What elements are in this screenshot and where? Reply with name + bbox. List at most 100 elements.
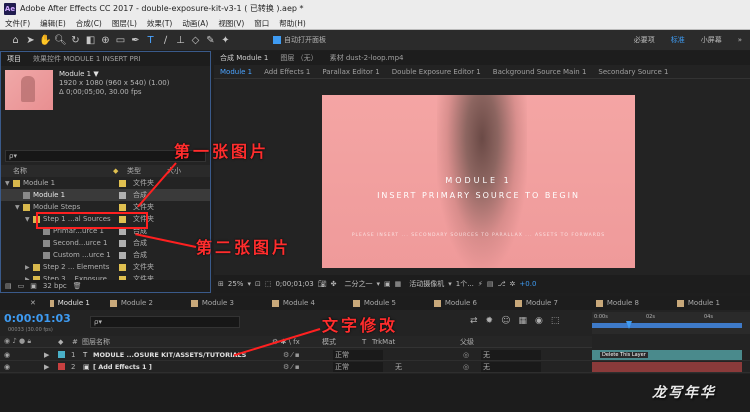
- new-comp-icon[interactable]: ▣: [30, 282, 37, 290]
- menu-view[interactable]: 视图(V): [213, 18, 249, 29]
- views-dropdown[interactable]: 1个...: [456, 279, 474, 289]
- comp-mini-flowchart-icon[interactable]: ⇄: [470, 316, 478, 326]
- chevron-down-icon[interactable]: ▾: [448, 280, 452, 288]
- visibility-icon[interactable]: ◉: [0, 363, 44, 371]
- layer-name[interactable]: [ Add Effects 1 ]: [93, 363, 283, 371]
- chevron-down-icon[interactable]: ▾: [247, 280, 251, 288]
- fast-preview-icon[interactable]: ⚡: [478, 280, 483, 288]
- blend-mode-dropdown[interactable]: 正常: [333, 349, 383, 360]
- rotate-tool-icon[interactable]: ↻: [68, 33, 83, 48]
- tab-timeline-module[interactable]: Module 7: [505, 299, 586, 307]
- layer-duration-bar[interactable]: Delete This Layer: [592, 350, 742, 360]
- timeline-icon[interactable]: ▤: [487, 280, 494, 288]
- breadcrumb-add-effects[interactable]: Add Effects 1: [258, 68, 316, 76]
- tab-footage[interactable]: 素材 dust-2-loop.mp4: [324, 53, 410, 63]
- layer-switches-icon[interactable]: ⚙ ⁄ ▪: [283, 351, 333, 359]
- col-parent[interactable]: 父级: [460, 337, 474, 347]
- transparency-grid-icon[interactable]: ▦: [395, 280, 402, 288]
- pen-tool-icon[interactable]: ✒: [128, 33, 143, 48]
- layer-label-swatch[interactable]: [58, 363, 65, 370]
- project-item-row[interactable]: Module 1 合成: [1, 189, 210, 201]
- auto-open-checkbox[interactable]: [273, 36, 281, 44]
- menu-help[interactable]: 帮助(H): [274, 18, 311, 29]
- workspace-menu-icon[interactable]: »: [730, 36, 750, 44]
- draft-3d-icon[interactable]: ✹: [486, 316, 494, 326]
- timeline-layer-row[interactable]: ◉ ▶ 2 ▣[ Add Effects 1 ] ⚙ ⁄ ▪ 正常无 ◎ 无: [0, 361, 750, 373]
- layer-label-swatch[interactable]: [58, 351, 65, 358]
- camera-tool-icon[interactable]: ◧: [83, 33, 98, 48]
- interpret-footage-icon[interactable]: ▤: [5, 282, 12, 290]
- tab-timeline-module[interactable]: Module 5: [343, 299, 424, 307]
- layer-name[interactable]: MODULE ...OSURE KIT/ASSETS/TUTORIALS: [93, 351, 283, 359]
- flowchart-icon[interactable]: ⎇: [497, 280, 505, 288]
- tab-timeline-module[interactable]: Module 4: [262, 299, 343, 307]
- work-area-bar[interactable]: [592, 323, 742, 328]
- frame-blending-icon[interactable]: ▦: [518, 316, 527, 326]
- expand-triangle-icon[interactable]: ▶: [44, 363, 58, 371]
- close-icon[interactable]: ✕: [0, 299, 40, 307]
- tab-timeline-module[interactable]: Module 1: [40, 299, 100, 307]
- clone-stamp-tool-icon[interactable]: ⊥: [173, 33, 188, 48]
- trash-icon[interactable]: 🗑︎: [73, 282, 82, 290]
- home-icon[interactable]: ⌂: [8, 33, 23, 48]
- project-item-row[interactable]: ▼ Module 1 文件夹: [1, 177, 210, 189]
- bpc-label[interactable]: 32 bpc: [43, 282, 67, 290]
- disclosure-triangle-icon[interactable]: ▼: [15, 204, 23, 211]
- workspace-standard[interactable]: 标准: [663, 35, 693, 45]
- col-name[interactable]: 名称: [13, 166, 113, 176]
- expand-triangle-icon[interactable]: ▶: [44, 351, 58, 359]
- zoom-tool-icon[interactable]: 🔍︎: [53, 33, 68, 48]
- layer-duration-bar[interactable]: [592, 362, 742, 372]
- breadcrumb-secondary[interactable]: Secondary Source 1: [592, 68, 674, 76]
- col-layer-name[interactable]: 图层名称: [82, 337, 272, 347]
- timeline-timecode[interactable]: 0:00:01:03: [4, 312, 71, 325]
- roto-brush-tool-icon[interactable]: ✎: [203, 33, 218, 48]
- menu-composition[interactable]: 合成(C): [71, 18, 107, 29]
- exposure-value[interactable]: +0.0: [519, 280, 536, 288]
- show-channel-icon[interactable]: ✤: [331, 280, 337, 288]
- resolution-dropdown[interactable]: 二分之一: [344, 279, 372, 289]
- selection-tool-icon[interactable]: ➤: [23, 33, 38, 48]
- tab-timeline-module[interactable]: Module 8: [586, 299, 667, 307]
- current-time-display[interactable]: 0;00;01;03: [275, 280, 313, 288]
- label-color-swatch[interactable]: [119, 239, 126, 247]
- trkmat-dropdown[interactable]: 无: [393, 362, 463, 372]
- timeline-layer-row[interactable]: ◉ ▶ 1 T MODULE ...OSURE KIT/ASSETS/TUTORIALS…: [0, 349, 750, 361]
- hand-tool-icon[interactable]: ✋: [38, 33, 53, 48]
- layer-switches-icon[interactable]: ⚙ ⁄ ▪: [283, 363, 333, 371]
- disclosure-triangle-icon[interactable]: ▼: [5, 180, 13, 187]
- type-tool-icon[interactable]: T: [143, 33, 158, 48]
- breadcrumb-parallax[interactable]: Parallax Editor 1: [316, 68, 385, 76]
- col-type[interactable]: 类型: [127, 166, 167, 176]
- breadcrumb-module-1[interactable]: Module 1: [214, 68, 258, 76]
- blend-mode-dropdown[interactable]: 正常: [333, 361, 383, 372]
- label-color-swatch[interactable]: [119, 263, 126, 271]
- breadcrumb-background[interactable]: Background Source Main 1: [487, 68, 593, 76]
- tab-timeline-module[interactable]: Module 6: [424, 299, 505, 307]
- shy-layers-icon[interactable]: ☺: [501, 316, 510, 326]
- label-col-icon[interactable]: ◆: [113, 167, 127, 175]
- motion-blur-icon[interactable]: ◉: [535, 316, 543, 326]
- comp-viewer[interactable]: MODULE 1 INSERT PRIMARY SOURCE TO BEGIN …: [214, 79, 750, 275]
- rectangle-tool-icon[interactable]: ▭: [113, 33, 128, 48]
- workspace-essentials[interactable]: 必要项: [626, 35, 663, 45]
- graph-editor-icon[interactable]: ⬚: [551, 316, 560, 326]
- puppet-tool-icon[interactable]: ✦: [218, 33, 233, 48]
- label-color-swatch[interactable]: [119, 203, 126, 211]
- visibility-icon[interactable]: ◉: [0, 351, 44, 359]
- tab-project[interactable]: 项目: [1, 54, 27, 64]
- zoom-dropdown[interactable]: 25%: [228, 280, 244, 288]
- camera-dropdown[interactable]: 活动摄像机: [409, 279, 444, 289]
- col-trkmat[interactable]: TrkMat: [372, 338, 460, 346]
- menu-window[interactable]: 窗口: [249, 18, 274, 29]
- disclosure-triangle-icon[interactable]: ▼: [25, 216, 33, 223]
- label-color-swatch[interactable]: [119, 191, 126, 199]
- tab-timeline-module[interactable]: Module 2: [100, 299, 181, 307]
- menu-file[interactable]: 文件(F): [0, 18, 35, 29]
- disclosure-triangle-icon[interactable]: ▶: [25, 264, 33, 271]
- project-item-row[interactable]: Custom ...urce 1 合成: [1, 249, 210, 261]
- timeline-ruler[interactable]: 0:00s 02s 04s: [592, 312, 750, 334]
- chevron-down-icon[interactable]: ▾: [376, 280, 380, 288]
- workspace-small-screen[interactable]: 小屏幕: [693, 35, 730, 45]
- pan-behind-tool-icon[interactable]: ⊕: [98, 33, 113, 48]
